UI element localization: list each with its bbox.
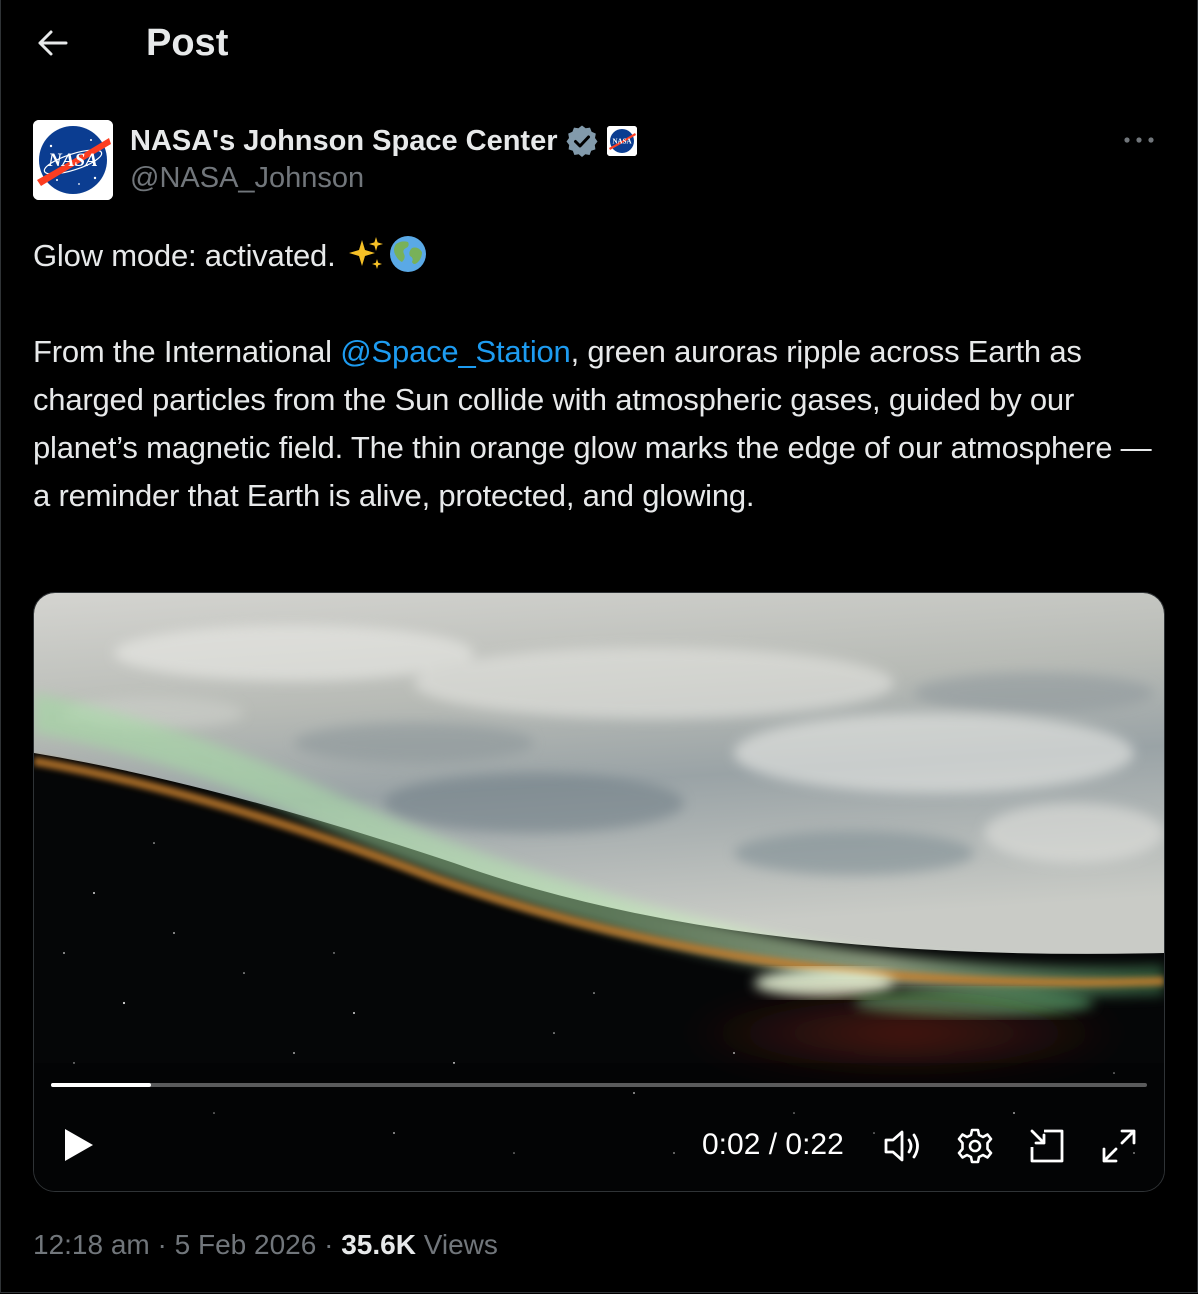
header: Post — [0, 0, 1198, 88]
volume-icon — [884, 1130, 919, 1162]
settings-button[interactable] — [954, 1125, 996, 1167]
post-time[interactable]: 12:18 am — [33, 1229, 150, 1260]
settings-icon — [957, 1128, 993, 1164]
video-progress-fill — [51, 1083, 151, 1087]
pip-icon — [1030, 1129, 1064, 1163]
page-title: Post — [146, 22, 229, 64]
meta-separator: · — [316, 1229, 342, 1260]
post-line-1-text: Glow mode: activated. — [33, 238, 344, 273]
play-icon — [65, 1129, 93, 1161]
badge-text: NASA — [612, 138, 631, 146]
post-date[interactable]: 5 Feb 2026 — [175, 1229, 317, 1260]
post-line-1: Glow mode: activated. — [33, 232, 1173, 280]
post-text: Glow mode: activated. From the Internati… — [33, 232, 1173, 520]
post-text-before-mention: From the International — [33, 334, 341, 369]
more-options-button[interactable] — [1118, 124, 1160, 156]
mention-link[interactable]: @Space_Station — [340, 334, 571, 369]
video-frame — [34, 593, 1164, 1191]
video-time: 0:02 / 0:22 — [702, 1128, 844, 1161]
meta-separator: · — [149, 1229, 175, 1260]
more-icon — [1124, 137, 1154, 143]
views-label: Views — [415, 1229, 498, 1260]
nasa-logo-icon: NASA — [33, 120, 113, 200]
video-player[interactable]: 0:02 / 0:22 — [33, 592, 1165, 1192]
video-progress-bar[interactable] — [51, 1083, 1147, 1087]
post-paragraph-2: From the International @Space_Station, g… — [33, 328, 1173, 520]
back-arrow-icon — [38, 30, 68, 56]
globe-emoji — [389, 236, 426, 272]
fullscreen-button[interactable] — [1098, 1125, 1140, 1167]
back-button[interactable] — [30, 22, 76, 64]
sparkles-emoji — [348, 237, 383, 269]
play-button[interactable] — [56, 1123, 100, 1167]
verified-badge-icon — [566, 125, 597, 157]
post-meta: 12:18 am · 5 Feb 2026 · 35.6K Views — [33, 1226, 498, 1264]
volume-button[interactable] — [882, 1125, 924, 1167]
author-name-row: NASA's Johnson Space Center NASA — [130, 122, 637, 160]
picture-in-picture-button[interactable] — [1026, 1125, 1068, 1167]
nasa-badge-icon: NASA — [606, 126, 637, 156]
avatar-text: NASA — [47, 150, 98, 171]
author-handle[interactable]: @NASA_Johnson — [130, 162, 364, 195]
fullscreen-icon — [1102, 1129, 1136, 1163]
author-name[interactable]: NASA's Johnson Space Center — [130, 125, 558, 158]
views-count: 35.6K — [341, 1229, 416, 1260]
avatar[interactable]: NASA — [33, 120, 113, 200]
affiliate-badge[interactable]: NASA — [606, 126, 637, 156]
